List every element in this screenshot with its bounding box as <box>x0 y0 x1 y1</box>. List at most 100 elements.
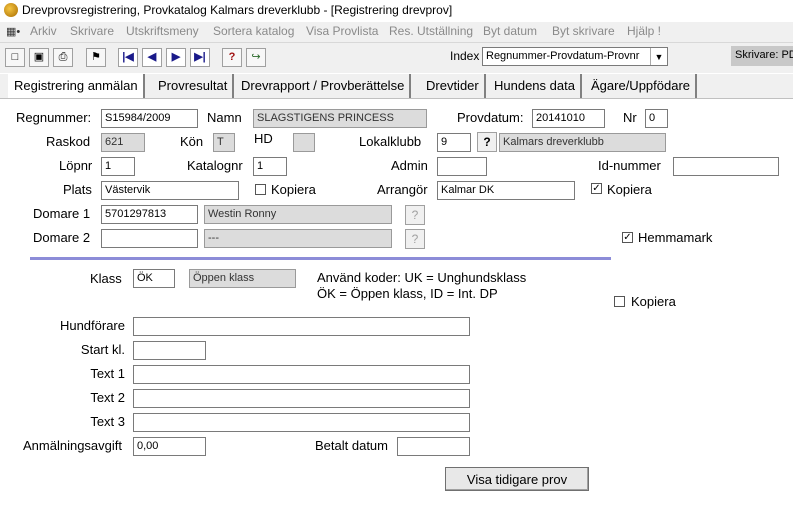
window-title: Drevprovsregistrering, Provkatalog Kalma… <box>22 3 453 17</box>
provdatum-label: Provdatum: <box>457 110 524 125</box>
chevron-down-icon[interactable]: ▼ <box>650 48 667 65</box>
tab-drevrapport[interactable]: Drevrapport / Provberättelse <box>236 74 412 98</box>
lokalklubb-name-field: Kalmars dreverklubb <box>499 133 666 152</box>
namn-label: Namn <box>207 110 242 125</box>
kon-field: T <box>213 133 235 152</box>
menu-byt-skrivare[interactable]: Byt skrivare <box>552 24 615 38</box>
idnummer-label: Id-nummer <box>598 158 661 173</box>
tab-agare-uppfodare[interactable]: Ägare/Uppfödare <box>586 74 698 98</box>
domare1-lookup-button[interactable]: ? <box>405 205 425 225</box>
menu-skrivare[interactable]: Skrivare <box>70 24 114 38</box>
klass-field[interactable]: ÖK <box>133 269 175 288</box>
text2-field[interactable] <box>133 389 470 408</box>
kon-label: Kön <box>180 134 204 149</box>
arrangor-field[interactable]: Kalmar DK <box>437 181 575 200</box>
menu-arkiv[interactable]: Arkiv <box>30 24 57 38</box>
raskod-field: 621 <box>101 133 145 152</box>
klass-help-line2: ÖK = Öppen klass, ID = Int. DP <box>317 286 498 301</box>
katalognr-field[interactable]: 1 <box>253 157 287 176</box>
tab-drevtider[interactable]: Drevtider <box>421 74 486 98</box>
system-menu-icon[interactable]: ▦• <box>6 25 20 38</box>
kopiera-klass-label: Kopiera <box>631 294 676 309</box>
lopnr-label: Löpnr <box>59 158 93 173</box>
betalt-field[interactable] <box>397 437 470 456</box>
plats-field[interactable]: Västervik <box>101 181 239 200</box>
kopiera-arrangor-label: Kopiera <box>607 182 652 197</box>
tab-strip: Registrering anmälan Provresultat Drevra… <box>0 74 793 98</box>
text1-field[interactable] <box>133 365 470 384</box>
first-record-icon[interactable]: |◀ <box>118 48 138 67</box>
kopiera-plats-checkbox[interactable] <box>255 184 266 195</box>
plats-label: Plats <box>63 182 92 197</box>
idnummer-field[interactable] <box>673 157 779 176</box>
kopiera-arrangor-checkbox[interactable]: ✓ <box>591 183 602 194</box>
text1-label: Text 1 <box>90 366 125 381</box>
avgift-field[interactable]: 0,00 <box>133 437 206 456</box>
admin-field[interactable] <box>437 157 487 176</box>
hundforare-label: Hundförare <box>59 318 125 333</box>
hundforare-field[interactable] <box>133 317 470 336</box>
dog-icon[interactable]: ⚑ <box>86 48 106 67</box>
lopnr-field[interactable]: 1 <box>101 157 135 176</box>
nr-field[interactable]: 0 <box>645 109 668 128</box>
menu-byt-datum[interactable]: Byt datum <box>483 24 537 38</box>
kopiera-klass-checkbox[interactable] <box>614 296 625 307</box>
regnummer-label: Regnummer: <box>16 110 92 125</box>
menu-sortera-katalog[interactable]: Sortera katalog <box>213 24 294 38</box>
visa-tidigare-prov-button[interactable]: Visa tidigare prov <box>445 467 589 491</box>
raskod-label: Raskod <box>46 134 91 149</box>
domare2-label: Domare 2 <box>33 230 91 245</box>
hd-field <box>293 133 315 152</box>
text3-label: Text 3 <box>90 414 125 429</box>
print-icon[interactable]: ⎙ <box>53 48 73 67</box>
betalt-label: Betalt datum <box>315 438 388 453</box>
save-icon[interactable]: ▣ <box>29 48 49 67</box>
text3-field[interactable] <box>133 413 470 432</box>
menu-utskriftsmeny[interactable]: Utskriftsmeny <box>126 24 199 38</box>
menu-res-utstallning[interactable]: Res. Utställning <box>389 24 473 38</box>
section-divider <box>30 257 611 260</box>
lokalklubb-lookup-button[interactable]: ? <box>477 132 497 152</box>
avgift-label: Anmälningsavgift <box>23 438 122 453</box>
klass-name-field: Öppen klass <box>189 269 296 288</box>
startkl-field[interactable] <box>133 341 206 360</box>
lokalklubb-field[interactable]: 9 <box>437 133 471 152</box>
regnummer-field[interactable]: S15984/2009 <box>101 109 198 128</box>
tab-hundens-data[interactable]: Hundens data <box>489 74 582 98</box>
title-bar: Drevprovsregistrering, Provkatalog Kalma… <box>0 0 793 22</box>
hd-label: HD <box>254 131 273 146</box>
help-icon[interactable]: ? <box>222 48 242 67</box>
provdatum-field[interactable]: 20141010 <box>532 109 605 128</box>
domare2-name-field: --- <box>204 229 392 248</box>
hemmamark-checkbox[interactable]: ✓ <box>622 232 633 243</box>
last-record-icon[interactable]: ▶| <box>190 48 210 67</box>
printer-status: Skrivare: PDF <box>731 46 793 66</box>
menu-hjalp[interactable]: Hjälp ! <box>627 24 661 38</box>
admin-label: Admin <box>391 158 428 173</box>
tab-registrering-anmalan[interactable]: Registrering anmälan <box>8 74 145 98</box>
toolbar: □ ▣ ⎙ ⚑ |◀ ◀ ▶ ▶| ? ↪ <box>0 43 793 73</box>
domare2-lookup-button[interactable]: ? <box>405 229 425 249</box>
domare2-field[interactable] <box>101 229 198 248</box>
text2-label: Text 2 <box>90 390 125 405</box>
domare1-field[interactable]: 5701297813 <box>101 205 198 224</box>
nr-label: Nr <box>623 110 637 125</box>
menu-visa-provlista[interactable]: Visa Provlista <box>306 24 378 38</box>
namn-field: SLAGSTIGENS PRINCESS <box>253 109 427 128</box>
exit-icon[interactable]: ↪ <box>246 48 266 67</box>
app-icon <box>4 3 18 17</box>
index-select[interactable]: Regnummer-Provdatum-Provnr ▼ <box>482 47 668 66</box>
new-icon[interactable]: □ <box>5 48 25 67</box>
domare1-name-field: Westin Ronny <box>204 205 392 224</box>
previous-record-icon[interactable]: ◀ <box>142 48 162 67</box>
klass-help-line1: Använd koder: UK = Unghundsklass <box>317 270 527 285</box>
kopiera-plats-label: Kopiera <box>271 182 316 197</box>
tab-provresultat[interactable]: Provresultat <box>153 74 235 98</box>
hemmamark-label: Hemmamark <box>638 230 713 245</box>
index-value: Regnummer-Provdatum-Provnr <box>486 50 640 62</box>
index-label: Index <box>450 49 480 63</box>
lokalklubb-label: Lokalklubb <box>359 134 422 149</box>
klass-label: Klass <box>90 271 122 286</box>
next-record-icon[interactable]: ▶ <box>166 48 186 67</box>
startkl-label: Start kl. <box>80 342 125 357</box>
